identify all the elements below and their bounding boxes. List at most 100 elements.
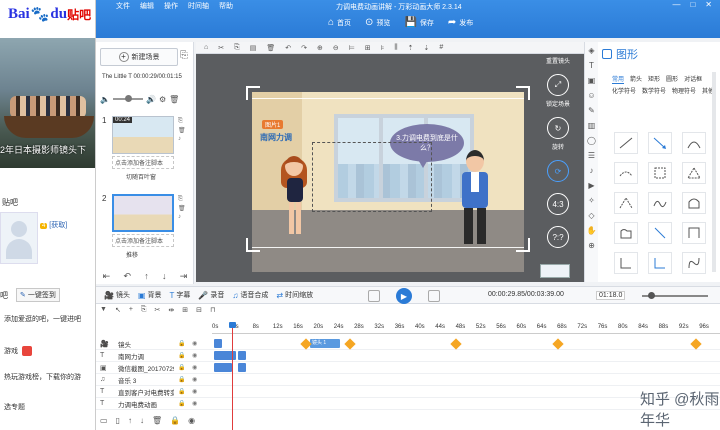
track-label[interactable]: 南网力调 — [118, 351, 174, 361]
game-line[interactable]: 游戏 — [4, 346, 32, 357]
eye-icon[interactable]: ◉ — [192, 400, 197, 407]
publish-button[interactable]: ➦ 发布 — [448, 17, 473, 28]
scene-stage[interactable]: 图片1 南网力调 3.力调电费到底是什么？ — [252, 92, 524, 272]
open-folder-icon[interactable]: ▯ — [116, 416, 120, 428]
move-down-icon[interactable]: ↓ — [140, 416, 144, 428]
shape-corner-arrow[interactable] — [648, 252, 672, 274]
shape-wave[interactable] — [648, 192, 672, 214]
tab-rect[interactable]: 矩形 — [648, 74, 660, 84]
tab-arrow[interactable]: 箭头 — [630, 74, 642, 84]
undo-icon[interactable]: ↶ — [123, 271, 131, 282]
scene-thumbnail[interactable]: 00:24 — [112, 116, 174, 154]
shapes-scrollbar[interactable] — [712, 72, 716, 272]
folder-icon[interactable]: ▭ — [100, 416, 108, 428]
record-button[interactable]: 🎤 录音 — [198, 290, 224, 300]
ratio-custom-button[interactable]: ?:? — [547, 226, 569, 248]
layer-up-icon[interactable]: ⇡ — [408, 44, 414, 52]
timeline-track[interactable]: 🎥 镜头 🔒 ◉ 镜头 1 — [96, 337, 720, 350]
scene-card[interactable]: 2 ⎘ 🗑 ♪ 点击添加备注脚本 推移 — [100, 194, 192, 259]
timeline-track[interactable]: ▣ 微信截图_201707291 🔒 ◉ — [96, 362, 720, 374]
sign-button[interactable]: ✎ 一键签到 — [16, 288, 60, 302]
menu-operate[interactable]: 操作 — [164, 1, 178, 11]
track-clip[interactable] — [238, 351, 246, 360]
shape-arrow-line[interactable] — [648, 132, 672, 154]
shape-diamond-line[interactable] — [614, 192, 638, 214]
lock-icon[interactable]: 🔒 — [178, 376, 185, 383]
cursor-icon[interactable]: ↖ — [115, 306, 121, 314]
home-icon[interactable]: ⌂ — [204, 44, 208, 51]
background-button[interactable]: ▣ 背景 — [138, 290, 162, 300]
track-clip[interactable] — [214, 339, 222, 348]
track-clip[interactable]: 镜头 1 — [310, 339, 340, 348]
baidu-tieba-logo[interactable]: Bai 🐾 du 贴吧 — [8, 2, 91, 26]
lock-icon[interactable]: 🔒 — [178, 400, 185, 407]
shape-step-line[interactable] — [682, 222, 706, 244]
import-icon[interactable]: ⇤ — [103, 271, 111, 282]
tab-circle[interactable]: 圆形 — [666, 74, 678, 84]
track-label[interactable]: 力调电费动画 — [118, 399, 174, 409]
save-button[interactable]: 💾 保存 — [404, 17, 433, 28]
align-icon[interactable]: ⊞ — [182, 306, 188, 314]
eye-icon[interactable]: ◉ — [192, 352, 197, 359]
layer-down-icon[interactable]: ⇣ — [423, 44, 429, 52]
paste-icon[interactable]: ▤ — [250, 44, 257, 52]
subtitle-button[interactable]: T 字幕 — [170, 290, 191, 300]
track-clip[interactable] — [214, 363, 232, 372]
settings-icon[interactable]: ⚙ — [159, 95, 166, 104]
chart-icon[interactable]: ▥ — [588, 121, 596, 130]
shape-s-curve[interactable] — [682, 252, 706, 274]
add-icon[interactable]: + — [129, 306, 133, 314]
camera-frame[interactable] — [252, 98, 524, 248]
timeline-track[interactable]: T 直到客户对电费转变 🔒 ◉ — [96, 386, 720, 398]
timeline-track[interactable]: ♫ 音乐 3 🔒 ◉ — [96, 374, 720, 386]
track-clip[interactable] — [238, 363, 246, 372]
preview-button[interactable]: ⊙ 预览 — [365, 17, 390, 28]
shape-triangle[interactable] — [682, 162, 706, 184]
text-icon[interactable]: T — [589, 61, 594, 70]
rotate-button[interactable]: ⟳ — [547, 160, 569, 182]
add-ba-link[interactable]: 添加爱逛的吧，一键进吧 — [4, 314, 81, 324]
keyframe-diamond[interactable] — [690, 337, 702, 350]
eye-icon[interactable]: ◉ — [192, 364, 197, 371]
lock-icon[interactable]: 🔒 — [178, 352, 185, 359]
lock-scene-button[interactable]: ↻ — [547, 117, 569, 139]
next-frame-button[interactable] — [428, 290, 440, 302]
playhead[interactable] — [229, 322, 236, 430]
shape-corner-line[interactable] — [614, 252, 638, 274]
timeline-zoom-slider[interactable] — [642, 292, 708, 299]
move-up-icon[interactable]: ↑ — [128, 416, 132, 428]
align-left-icon[interactable]: ⊨ — [349, 44, 355, 52]
split-icon[interactable]: ⇹ — [168, 306, 174, 314]
lock-icon[interactable]: 🔒 — [178, 364, 185, 371]
ratio-4-3-button[interactable]: 4:3 — [547, 193, 569, 215]
delete-icon[interactable]: 🗑 — [178, 127, 186, 134]
zoom-out-icon[interactable]: ⊖ — [333, 44, 339, 52]
sound-icon[interactable]: ♪ — [178, 136, 186, 142]
shape-icon[interactable]: ◈ — [588, 46, 594, 55]
prev-frame-button[interactable] — [368, 290, 380, 302]
scene-note[interactable]: 点击添加备注脚本 — [112, 234, 174, 247]
timeline[interactable]: ▼ ↖ + ⎘ ✂ ⇹ ⊞ ⊟ ⊓ 0s4s8s12s16s20s24s28s3… — [96, 304, 720, 430]
volume-up-icon[interactable]: 🔊 — [146, 95, 156, 104]
music-icon[interactable]: ♪ — [590, 166, 594, 175]
timeline-track[interactable]: T 力调电费动画 🔒 ◉ — [96, 398, 720, 410]
align-right-icon[interactable]: ⊧ — [381, 44, 385, 52]
tab-physics[interactable]: 物理符号 — [672, 86, 696, 95]
track-label[interactable]: 直到客户对电费转变 — [118, 387, 174, 397]
track-label[interactable]: 微信截图_201707291 — [118, 363, 174, 373]
copy-icon[interactable]: ⎘ — [178, 118, 186, 125]
copy-icon[interactable]: ⎘ — [141, 306, 147, 314]
menu-file[interactable]: 文件 — [116, 1, 130, 11]
hand-icon[interactable]: ✋ — [587, 226, 597, 235]
timeline-track[interactable]: T 南网力调 🔒 ◉ — [96, 350, 720, 362]
zoom-in-icon[interactable]: ⊕ — [317, 44, 323, 52]
lock-all-icon[interactable]: 🔒 — [170, 416, 180, 428]
scene-note[interactable]: 点击添加备注脚本 — [112, 156, 174, 169]
volume-icon[interactable]: 🔈 — [100, 95, 110, 104]
shape-double-arrow[interactable] — [648, 222, 672, 244]
camera-track-button[interactable]: 🎥 镜头 — [104, 290, 130, 300]
shape-curve[interactable] — [614, 162, 638, 184]
menu-edit[interactable]: 编辑 — [140, 1, 154, 11]
hot-games-link[interactable]: 热玩游戏榜，下载你的游 — [4, 372, 81, 382]
minimize-icon[interactable]: — — [672, 0, 680, 9]
